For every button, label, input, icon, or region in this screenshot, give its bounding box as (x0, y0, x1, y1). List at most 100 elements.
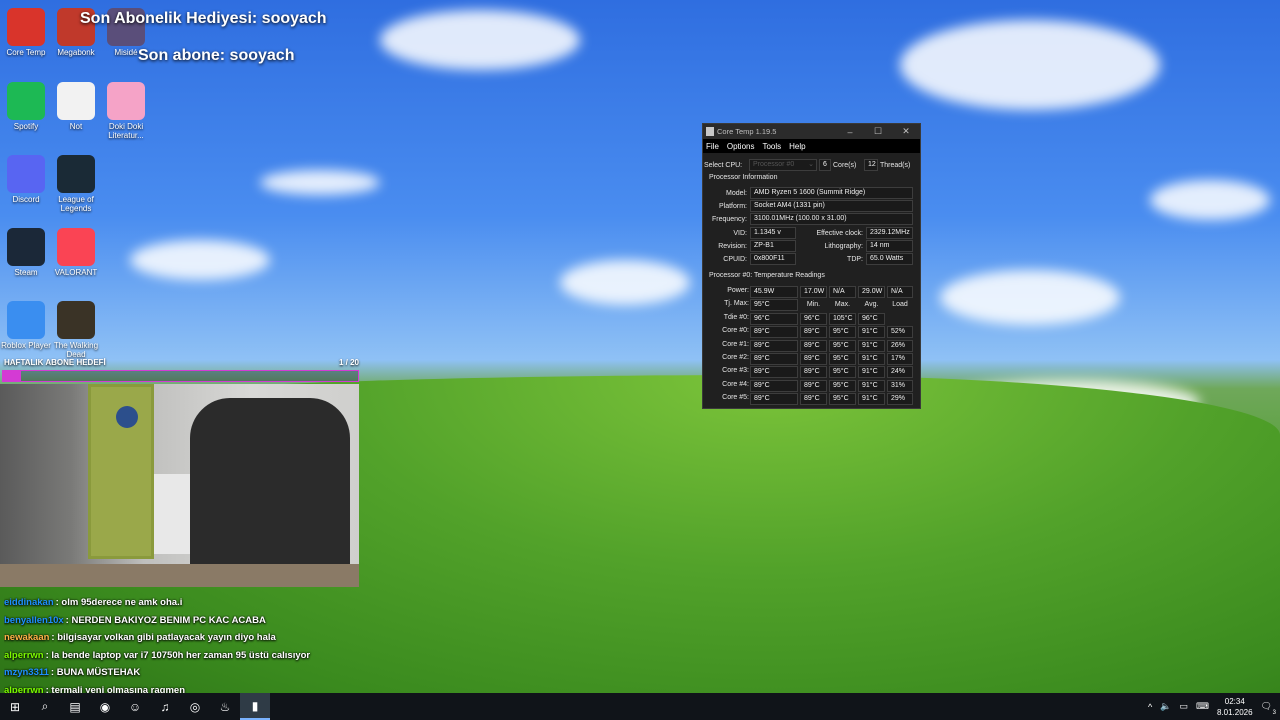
chat-username: newakaan (4, 632, 50, 644)
menu-tools[interactable]: Tools (762, 142, 781, 151)
revision-label: Revision: (718, 242, 747, 250)
desktop-icon[interactable]: Doki Doki Literatur... (100, 82, 152, 140)
roblox-icon (7, 301, 45, 339)
core-row-label: Core #5: (722, 393, 749, 401)
chevron-up-icon[interactable]: ^ (1148, 702, 1152, 712)
close-button[interactable]: ✕ (892, 126, 920, 137)
desktop-icon[interactable]: Roblox Player (0, 301, 52, 350)
power-label: Power: (727, 287, 749, 294)
sub-goal-progress-bar (2, 370, 359, 382)
tjmax-value: 95°C (750, 299, 798, 311)
select-cpu-label: Select CPU: (704, 161, 743, 169)
core-avg-value: 91°C (858, 392, 885, 405)
menu-bar: File Options Tools Help (703, 139, 920, 153)
desktop-icon[interactable]: The Walking Dead (50, 301, 102, 359)
chat-text: : bilgisayar volkan gibi patlayacak yayı… (51, 632, 276, 644)
core-min-value: 89°C (800, 339, 827, 352)
core-min-value: 96°C (800, 313, 827, 325)
desktop-icon-label: VALORANT (54, 268, 98, 277)
core-avg-value: 91°C (858, 366, 885, 379)
core-load-value: 24% (887, 366, 913, 379)
webcam-gaming-chair (190, 398, 350, 587)
core-max-value: 105°C (829, 313, 856, 325)
discord-icon: ☺ (128, 699, 142, 714)
desktop-icon[interactable]: League of Legends (50, 155, 102, 213)
taskbar-steam-button[interactable]: ♨ (210, 693, 240, 720)
desktop-icon[interactable]: Not (50, 82, 102, 131)
desktop-icon[interactable]: Discord (0, 155, 52, 204)
desktop-icon[interactable]: Spotify (0, 82, 52, 131)
display-icon[interactable]: ▭ (1179, 701, 1188, 712)
valorant-icon (57, 228, 95, 266)
league-icon (57, 155, 95, 193)
language-icon[interactable]: ⌨ (1196, 701, 1209, 712)
chat-text: : NERDEN BAKIYOZ BENIM PC KAC ACABA (65, 614, 266, 626)
clock-time: 02:34 (1224, 696, 1245, 706)
core-min-value: 89°C (800, 366, 827, 379)
core-load-value: 31% (887, 379, 913, 392)
menu-options[interactable]: Options (727, 142, 755, 151)
desktop-icon-label: Roblox Player (1, 341, 51, 350)
minimize-button[interactable]: – (836, 127, 864, 137)
core-max-value: 95°C (829, 379, 856, 392)
core-min-value: 89°C (800, 379, 827, 392)
core-max-value: 95°C (829, 339, 856, 352)
obs-icon: ◎ (189, 699, 201, 714)
taskbar-spotify-button[interactable]: ♫ (150, 693, 180, 720)
core-avg-value: 91°C (858, 379, 885, 392)
select-cpu-dropdown[interactable]: Processor #0 ⌄ (749, 159, 817, 171)
notification-icon[interactable]: 🗨 3 (1261, 701, 1276, 716)
desktop-icon[interactable]: VALORANT (50, 228, 102, 277)
menu-file[interactable]: File (706, 142, 719, 151)
chat-text: : olm 95derece ne amk oha.i (55, 597, 183, 608)
taskbar-windows-start-button[interactable]: ⊞ (0, 693, 30, 720)
core-max-value: 95°C (829, 326, 856, 339)
vid-label: VID: (733, 229, 747, 237)
taskbar-file-explorer-button[interactable]: ▤ (60, 693, 90, 720)
chat-message: benyallen10x: NERDEN BAKIYOZ BENIM PC KA… (4, 615, 364, 633)
windows-start-icon: ⊞ (9, 699, 21, 714)
core-min-value: 89°C (800, 392, 827, 405)
tdp-label: TDP: (847, 255, 863, 263)
processor-info-section: Processor Information (709, 174, 778, 181)
notification-count: 3 (1272, 710, 1276, 716)
core-temp-window[interactable]: Core Temp 1.19.5 – ☐ ✕ File Options Tool… (702, 123, 921, 409)
discord-icon (7, 155, 45, 193)
core-avg-value: 91°C (858, 352, 885, 365)
clock[interactable]: 02:34 8.01.2026 (1217, 696, 1253, 718)
taskbar-core-temp-button[interactable]: ▮ (240, 693, 270, 720)
core-cur-value: 89°C (750, 392, 798, 405)
column-header: Min. (806, 301, 821, 308)
desktop-icon[interactable]: Steam (0, 228, 52, 277)
desktop-icon-label: League of Legends (58, 195, 94, 213)
volume-icon[interactable]: 🔈 (1160, 701, 1171, 712)
taskbar-chrome-button[interactable]: ◉ (90, 693, 120, 720)
core-load-value: 29% (887, 392, 913, 405)
desktop-icon-label: Doki Doki Literatur... (108, 122, 144, 140)
model-value: AMD Ryzen 5 1600 (Summit Ridge) (750, 187, 913, 199)
core-max-value: 95°C (829, 352, 856, 365)
power-value: 17.0W (800, 286, 827, 298)
maximize-button[interactable]: ☐ (864, 126, 892, 137)
core-row-label: Core #4: (722, 380, 749, 388)
taskbar-discord-button[interactable]: ☺ (120, 693, 150, 720)
taskbar-search-button[interactable]: ⌕ (30, 693, 60, 720)
desktop-icon[interactable]: Core Temp (0, 8, 52, 57)
threads-label: Thread(s) (880, 161, 911, 169)
cores-label: Core(s) (833, 161, 857, 169)
steam-icon: ♨ (219, 699, 231, 714)
menu-help[interactable]: Help (789, 142, 805, 151)
webcam-floor (0, 564, 359, 587)
taskbar-obs-button[interactable]: ◎ (180, 693, 210, 720)
system-tray: ^ 🔈 ▭ ⌨ 02:34 8.01.2026 🗨 3 (1148, 693, 1280, 720)
tjmax-label: Tj. Max: (724, 300, 749, 307)
desktop-icon-label: Not (69, 122, 83, 131)
effective-clock-value: 2329.12MHz (866, 227, 913, 239)
core-min-value: 89°C (800, 352, 827, 365)
core-temp-titlebar[interactable]: Core Temp 1.19.5 – ☐ ✕ (703, 124, 920, 139)
cores-count: 6 (819, 159, 831, 171)
core-min-value: 89°C (800, 326, 827, 339)
sub-goal-fill (3, 371, 21, 381)
core-avg-value: 91°C (858, 326, 885, 339)
column-header: Avg. (864, 301, 879, 308)
